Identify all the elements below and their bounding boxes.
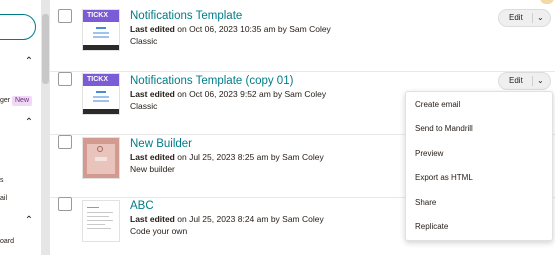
last-edited-label: Last edited (130, 152, 175, 162)
sidebar-item-label[interactable]: ail (0, 195, 7, 202)
menu-item-replicate[interactable]: Replicate (415, 221, 448, 233)
last-edited-text: on Oct 06, 2023 10:35 am by Sam Coley (177, 24, 331, 34)
sidebar-item-label[interactable]: oard (0, 238, 14, 245)
row-checkbox[interactable] (58, 197, 72, 211)
chevron-down-icon[interactable]: ⌄ (537, 10, 544, 26)
chevron-down-icon[interactable]: ⌄ (537, 73, 544, 89)
last-edited-label: Last edited (130, 24, 175, 34)
menu-item-send-to-mandrill[interactable]: Send to Mandrill (415, 123, 473, 135)
last-edited-text: on Jul 25, 2023 8:25 am by Sam Coley (177, 152, 324, 162)
template-thumbnail[interactable]: TICKX (82, 9, 120, 51)
row-checkbox[interactable] (58, 9, 72, 23)
chevron-up-icon[interactable]: ⌃ (24, 118, 34, 128)
template-name-link[interactable]: Notifications Template (copy 01) (130, 74, 326, 88)
menu-item-create-email[interactable]: Create email (415, 99, 460, 111)
template-type: Classic (130, 36, 158, 46)
template-thumbnail[interactable] (82, 137, 120, 179)
scrollbar-thumb[interactable] (42, 14, 49, 84)
template-type: New builder (130, 164, 175, 174)
last-edited-label: Last edited (130, 89, 175, 99)
sidebar-search-input[interactable] (0, 14, 36, 40)
thumbnail-logo: TICKX (87, 12, 108, 19)
template-thumbnail[interactable] (82, 200, 120, 242)
thumbnail-logo: TICKX (87, 76, 108, 83)
last-edited-label: Last edited (130, 214, 175, 224)
edit-dropdown-menu: Create email Send to Mandrill Preview Ex… (405, 91, 553, 241)
template-type: Code your own (130, 226, 188, 236)
menu-item-preview[interactable]: Preview (415, 148, 443, 160)
template-name-link[interactable]: New Builder (130, 137, 324, 151)
template-name-link[interactable]: ABC (130, 199, 324, 213)
sidebar: ⌃ ger New ⌃ s ail ⌃ oard (0, 0, 40, 255)
avatar[interactable] (540, 0, 554, 4)
edit-button[interactable]: Edit ⌄ (498, 9, 551, 27)
last-edited-text: on Oct 06, 2023 9:52 am by Sam Coley (177, 89, 327, 99)
template-thumbnail[interactable]: TICKX (82, 73, 120, 115)
menu-item-share[interactable]: Share (415, 197, 436, 209)
chevron-up-icon[interactable]: ⌃ (24, 57, 34, 67)
row-checkbox[interactable] (58, 72, 72, 86)
template-type: Classic (130, 101, 158, 111)
menu-item-export-html[interactable]: Export as HTML (415, 172, 473, 184)
sidebar-scrollbar[interactable] (41, 0, 50, 255)
last-edited-text: on Jul 25, 2023 8:24 am by Sam Coley (177, 214, 324, 224)
chevron-up-icon[interactable]: ⌃ (24, 216, 34, 226)
edit-button[interactable]: Edit ⌄ (498, 72, 551, 90)
edit-label[interactable]: Edit (509, 73, 523, 89)
row-checkbox[interactable] (58, 135, 72, 149)
edit-label[interactable]: Edit (509, 10, 523, 26)
sidebar-item-label[interactable]: s (0, 177, 4, 184)
template-name-link[interactable]: Notifications Template (130, 9, 331, 23)
template-row: TICKX Notifications Template Last edited… (50, 9, 555, 72)
sidebar-item-label[interactable]: ger (0, 97, 10, 104)
new-badge: New (12, 96, 33, 106)
